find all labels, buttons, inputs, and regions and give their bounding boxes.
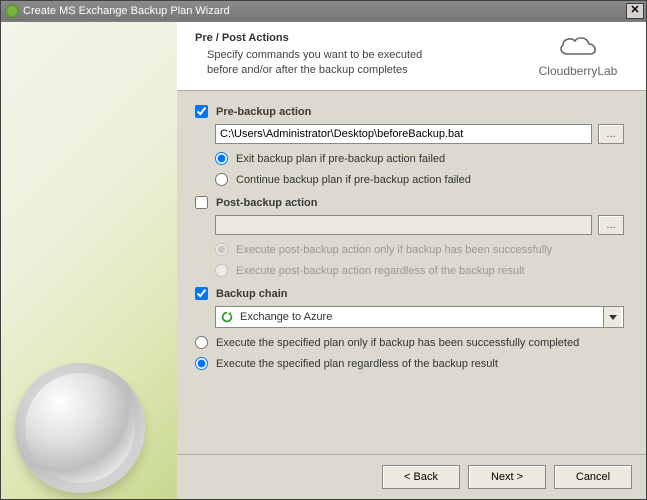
next-button[interactable]: Next >: [468, 465, 546, 489]
form-area: Pre-backup action ... Exit backup plan i…: [177, 91, 646, 454]
pre-backup-path-row: ...: [215, 124, 624, 144]
cancel-button[interactable]: Cancel: [554, 465, 632, 489]
pre-backup-radio-continue-label: Continue backup plan if pre-backup actio…: [236, 174, 471, 186]
backup-chain-label: Backup chain: [216, 288, 288, 300]
post-backup-radio-regardless: Execute post-backup action regardless of…: [215, 264, 624, 277]
backup-chain-radio-regardless[interactable]: Execute the specified plan regardless of…: [195, 357, 624, 370]
titlebar[interactable]: Create MS Exchange Backup Plan Wizard ✕: [1, 1, 646, 21]
pre-backup-radio-exit-input[interactable]: [215, 152, 228, 165]
backup-chain-radio-success[interactable]: Execute the specified plan only if backu…: [195, 336, 624, 349]
backup-chain-select[interactable]: Exchange to Azure: [215, 306, 624, 328]
close-button[interactable]: ✕: [626, 3, 644, 19]
pre-backup-radio-exit[interactable]: Exit backup plan if pre-backup action fa…: [215, 152, 624, 165]
backup-chain-select-text: Exchange to Azure: [240, 311, 603, 323]
pre-backup-radios: Exit backup plan if pre-backup action fa…: [215, 152, 624, 186]
brand-logo: CloudberryLab: [528, 32, 628, 78]
post-backup-label: Post-backup action: [216, 197, 317, 209]
brand-text: CloudberryLab: [528, 64, 628, 78]
pre-backup-browse-button[interactable]: ...: [598, 124, 624, 144]
post-backup-radio-success-label: Execute post-backup action only if backu…: [236, 244, 552, 256]
backup-chain-section: Backup chain Exchange to Azure: [195, 287, 624, 370]
post-backup-radio-regardless-input: [215, 264, 228, 277]
post-backup-radio-success-input: [215, 243, 228, 256]
backup-chain-radio-success-label: Execute the specified plan only if backu…: [216, 337, 579, 349]
backup-chain-select-row: Exchange to Azure: [215, 306, 624, 328]
pre-backup-section: Pre-backup action ... Exit backup plan i…: [195, 105, 624, 186]
page-title: Pre / Post Actions: [195, 32, 528, 44]
header-text: Pre / Post Actions Specify commands you …: [195, 32, 528, 78]
content: Pre / Post Actions Specify commands you …: [177, 22, 646, 499]
pre-backup-path-input[interactable]: [215, 124, 592, 144]
refresh-icon: [220, 310, 234, 324]
backup-chain-radio-regardless-label: Execute the specified plan regardless of…: [216, 358, 498, 370]
post-backup-section: Post-backup action ... Execute post-back…: [195, 196, 624, 277]
cloud-icon: [553, 32, 603, 62]
post-backup-checkbox[interactable]: [195, 196, 208, 209]
backup-chain-radio-regardless-input[interactable]: [195, 357, 208, 370]
pre-backup-checkbox-row[interactable]: Pre-backup action: [195, 105, 624, 118]
window-title: Create MS Exchange Backup Plan Wizard: [23, 5, 626, 17]
post-backup-path-input: [215, 215, 592, 235]
page-subtitle: Specify commands you want to be executed…: [195, 48, 455, 78]
backup-chain-radios: Execute the specified plan only if backu…: [195, 336, 624, 370]
app-icon: [5, 4, 19, 18]
pre-backup-radio-exit-label: Exit backup plan if pre-backup action fa…: [236, 153, 445, 165]
chevron-down-icon[interactable]: [603, 307, 621, 327]
wizard-window: Create MS Exchange Backup Plan Wizard ✕ …: [0, 0, 647, 500]
post-backup-radio-success: Execute post-backup action only if backu…: [215, 243, 624, 256]
post-backup-browse-button: ...: [598, 215, 624, 235]
post-backup-radios: Execute post-backup action only if backu…: [215, 243, 624, 277]
pre-backup-checkbox[interactable]: [195, 105, 208, 118]
post-backup-checkbox-row[interactable]: Post-backup action: [195, 196, 624, 209]
pre-backup-label: Pre-backup action: [216, 106, 311, 118]
page-header: Pre / Post Actions Specify commands you …: [177, 22, 646, 91]
sidebar-graphic: [1, 22, 177, 499]
post-backup-path-row: ...: [215, 215, 624, 235]
body: Pre / Post Actions Specify commands you …: [1, 21, 646, 499]
pre-backup-radio-continue-input[interactable]: [215, 173, 228, 186]
back-button[interactable]: < Back: [382, 465, 460, 489]
backup-chain-checkbox[interactable]: [195, 287, 208, 300]
pre-backup-radio-continue[interactable]: Continue backup plan if pre-backup actio…: [215, 173, 624, 186]
backup-chain-checkbox-row[interactable]: Backup chain: [195, 287, 624, 300]
button-bar: < Back Next > Cancel: [177, 454, 646, 499]
post-backup-radio-regardless-label: Execute post-backup action regardless of…: [236, 265, 525, 277]
backup-chain-radio-success-input[interactable]: [195, 336, 208, 349]
